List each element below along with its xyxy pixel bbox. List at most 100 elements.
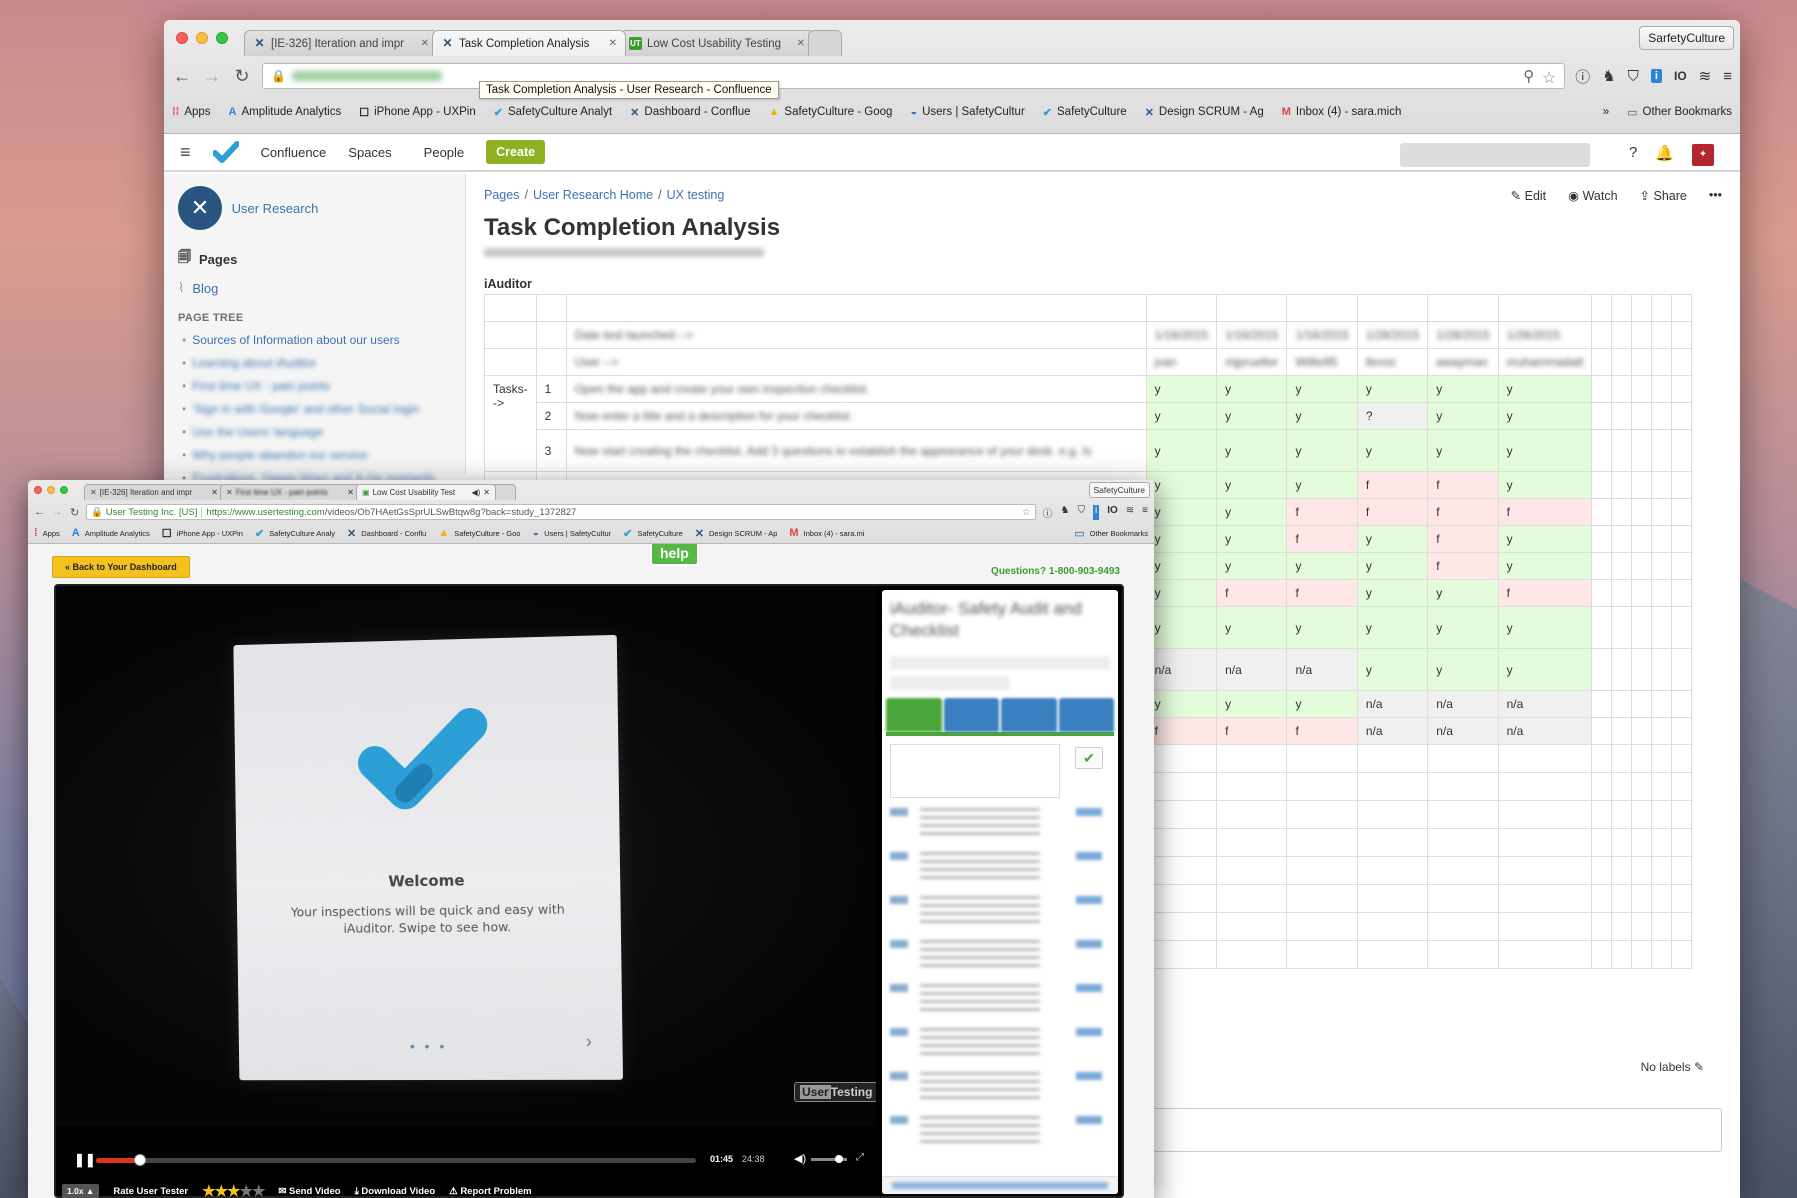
list-item[interactable] (890, 808, 1110, 842)
tab-jira-issue[interactable]: ✕ [IE-326] Iteration and impr ✕ (84, 484, 224, 500)
comment-input[interactable] (1152, 1108, 1722, 1152)
confluence-logo-icon[interactable] (212, 141, 239, 163)
space-logo-icon[interactable]: ✕ (178, 186, 222, 230)
progress-handle[interactable] (133, 1154, 146, 1166)
close-icon[interactable]: ✕ (421, 38, 429, 49)
checkmark-icon[interactable]: ✔ (1075, 747, 1103, 769)
forward-arrow-icon[interactable]: → (202, 66, 222, 87)
hamburger-menu-icon[interactable]: ≡ (180, 142, 191, 163)
back-arrow-icon[interactable]: ← (172, 66, 192, 87)
buffer-icon[interactable]: ≋ (1699, 67, 1712, 85)
address-bar[interactable]: 🔒 User Testing Inc. [US] https://www.use… (86, 504, 1036, 520)
instapaper-icon[interactable]: i (1092, 504, 1100, 520)
bookmark-design-scrum[interactable]: ✕ Design SCRUM - Ag (1145, 106, 1264, 119)
back-to-dashboard-button[interactable]: « Back to Your Dashboard (52, 556, 190, 578)
io-icon[interactable]: IO (1674, 69, 1687, 83)
other-bookmarks[interactable]: ▭ Other Bookmarks (1627, 106, 1732, 119)
star-icon[interactable]: ★ (215, 1183, 228, 1198)
star-icon[interactable]: ★ (240, 1183, 253, 1198)
address-bar[interactable]: 🔒 ⚲ ☆ (262, 63, 1566, 89)
maximize-window-button[interactable] (216, 32, 228, 44)
create-button[interactable]: Create (486, 140, 546, 164)
bookmark-inbox[interactable]: M Inbox (4) - sara.mi (789, 527, 864, 539)
close-icon[interactable]: ✕ (797, 38, 805, 49)
list-item[interactable] (890, 1072, 1110, 1106)
tab-jira-issue[interactable]: ✕ [IE-326] Iteration and impr ✕ (244, 30, 438, 56)
bookmark-uxpin[interactable]: ☐ iPhone App - UXPin (162, 527, 243, 540)
bookmark-dashboard[interactable]: ✕ Dashboard - Conflue (630, 106, 750, 119)
tree-item[interactable]: • Learning about iAuditor (178, 356, 451, 370)
evernote-icon[interactable]: ♞ (1602, 67, 1615, 85)
profile-button[interactable]: SarfetyCulture (1639, 26, 1734, 50)
labels-area[interactable]: No labels ✎ (1641, 1060, 1704, 1074)
rating-stars[interactable]: ★★★★★ (202, 1182, 265, 1198)
avatar[interactable]: ✦ (1692, 144, 1714, 166)
nav-people[interactable]: People (424, 145, 464, 160)
tab-task-completion[interactable]: ✕ Task Completion Analysis ✕ (432, 30, 626, 56)
minimize-window-button[interactable] (196, 32, 208, 44)
menu-icon[interactable]: ≡ (1142, 505, 1148, 520)
download-video-button[interactable]: ⤓ Download Video (355, 1186, 436, 1197)
bookmark-drive[interactable]: ▲ SafetyCulture - Goo (438, 527, 520, 539)
list-item[interactable] (890, 1028, 1110, 1062)
video-area[interactable]: Welcome Your inspections will be quick a… (56, 586, 876, 1126)
tree-item[interactable]: • Sources of Information about our users (178, 333, 451, 347)
list-item[interactable] (890, 940, 1110, 974)
bookmarks-overflow-button[interactable]: » (1603, 106, 1609, 118)
note-input[interactable]: ✔ (890, 744, 1103, 798)
back-arrow-icon[interactable]: ← (34, 506, 45, 518)
star-icon[interactable]: ★ (202, 1183, 215, 1198)
minimize-window-button[interactable] (47, 486, 55, 494)
search-input[interactable] (1400, 143, 1590, 167)
bookmark-amplitude[interactable]: A Amplitude Analytics (229, 106, 342, 118)
close-icon[interactable]: ✕ (483, 488, 490, 497)
instapaper-icon[interactable]: i (1650, 69, 1662, 83)
sidebar-item-pages[interactable]: 🗐 Pages (178, 248, 451, 270)
tab-tasks[interactable] (1001, 698, 1057, 732)
close-icon[interactable]: ✕ (609, 38, 617, 49)
star-icon[interactable]: ★ (252, 1183, 265, 1198)
breadcrumb-ux-testing[interactable]: UX testing (667, 188, 725, 202)
pause-icon[interactable]: ❚❚ (74, 1152, 96, 1168)
breadcrumb-home[interactable]: User Research Home (533, 188, 653, 202)
new-tab-button[interactable] (808, 30, 842, 56)
tab-annotations[interactable] (886, 698, 942, 732)
reload-icon[interactable]: ↻ (70, 506, 79, 519)
volume-slider[interactable] (811, 1155, 847, 1163)
bookmark-safetyculture[interactable]: ✔ SafetyCulture (623, 527, 683, 540)
tree-item[interactable]: • Why people abandon our service (178, 448, 451, 462)
pocket-icon[interactable]: ⛉ (1628, 68, 1639, 85)
list-item[interactable] (890, 852, 1110, 886)
list-item[interactable] (890, 984, 1110, 1018)
report-problem-button[interactable]: ⚠ Report Problem (449, 1186, 531, 1197)
watch-button[interactable]: ◉ Watch (1568, 188, 1617, 203)
maximize-window-button[interactable] (60, 486, 68, 494)
bookmark-dashboard[interactable]: ✕ Dashboard - Conflu (347, 527, 426, 540)
reload-icon[interactable]: ↻ (232, 66, 252, 87)
notifications-icon[interactable]: 🔔 (1655, 144, 1674, 166)
bookmark-safetyculture[interactable]: ✔ SafetyCulture (1043, 106, 1127, 119)
close-window-button[interactable] (176, 32, 188, 44)
list-item[interactable] (890, 1116, 1110, 1150)
bookmark-star-icon[interactable]: ☆ (1542, 68, 1556, 88)
tab-usability-test[interactable]: ▣ Low Cost Usability Test ◀) ✕ (356, 484, 496, 500)
volume-icon[interactable]: ◀) (794, 1152, 806, 1165)
profile-button[interactable]: SafetyCulture (1088, 482, 1150, 498)
nav-spaces[interactable]: Spaces (348, 145, 391, 160)
send-video-button[interactable]: ✉ Send Video (278, 1186, 340, 1197)
search-icon[interactable]: ⚲ (1523, 67, 1534, 85)
fullscreen-icon[interactable]: ⤢ (856, 1152, 864, 1163)
menu-icon[interactable]: ≡ (1723, 68, 1732, 85)
info-icon[interactable]: ⓘ (1575, 66, 1590, 87)
tab-answers[interactable] (1058, 698, 1114, 732)
tab-usability-testing[interactable]: UT Low Cost Usability Testing ✕ (620, 30, 814, 56)
tab-clips[interactable] (943, 698, 999, 732)
volume-handle[interactable] (835, 1155, 843, 1163)
bookmark-users[interactable]: ◒ Users | SafetyCultur (532, 527, 611, 539)
speed-button[interactable]: 1.0x ▲ (62, 1184, 100, 1198)
evernote-icon[interactable]: ♞ (1061, 505, 1070, 520)
bookmark-sc-analytics[interactable]: ✔ SafetyCulture Analy (255, 527, 335, 540)
progress-bar[interactable] (96, 1154, 696, 1166)
more-actions-button[interactable]: ••• (1709, 188, 1722, 203)
other-bookmarks[interactable]: ▭ Other Bookmarks (1074, 527, 1148, 540)
